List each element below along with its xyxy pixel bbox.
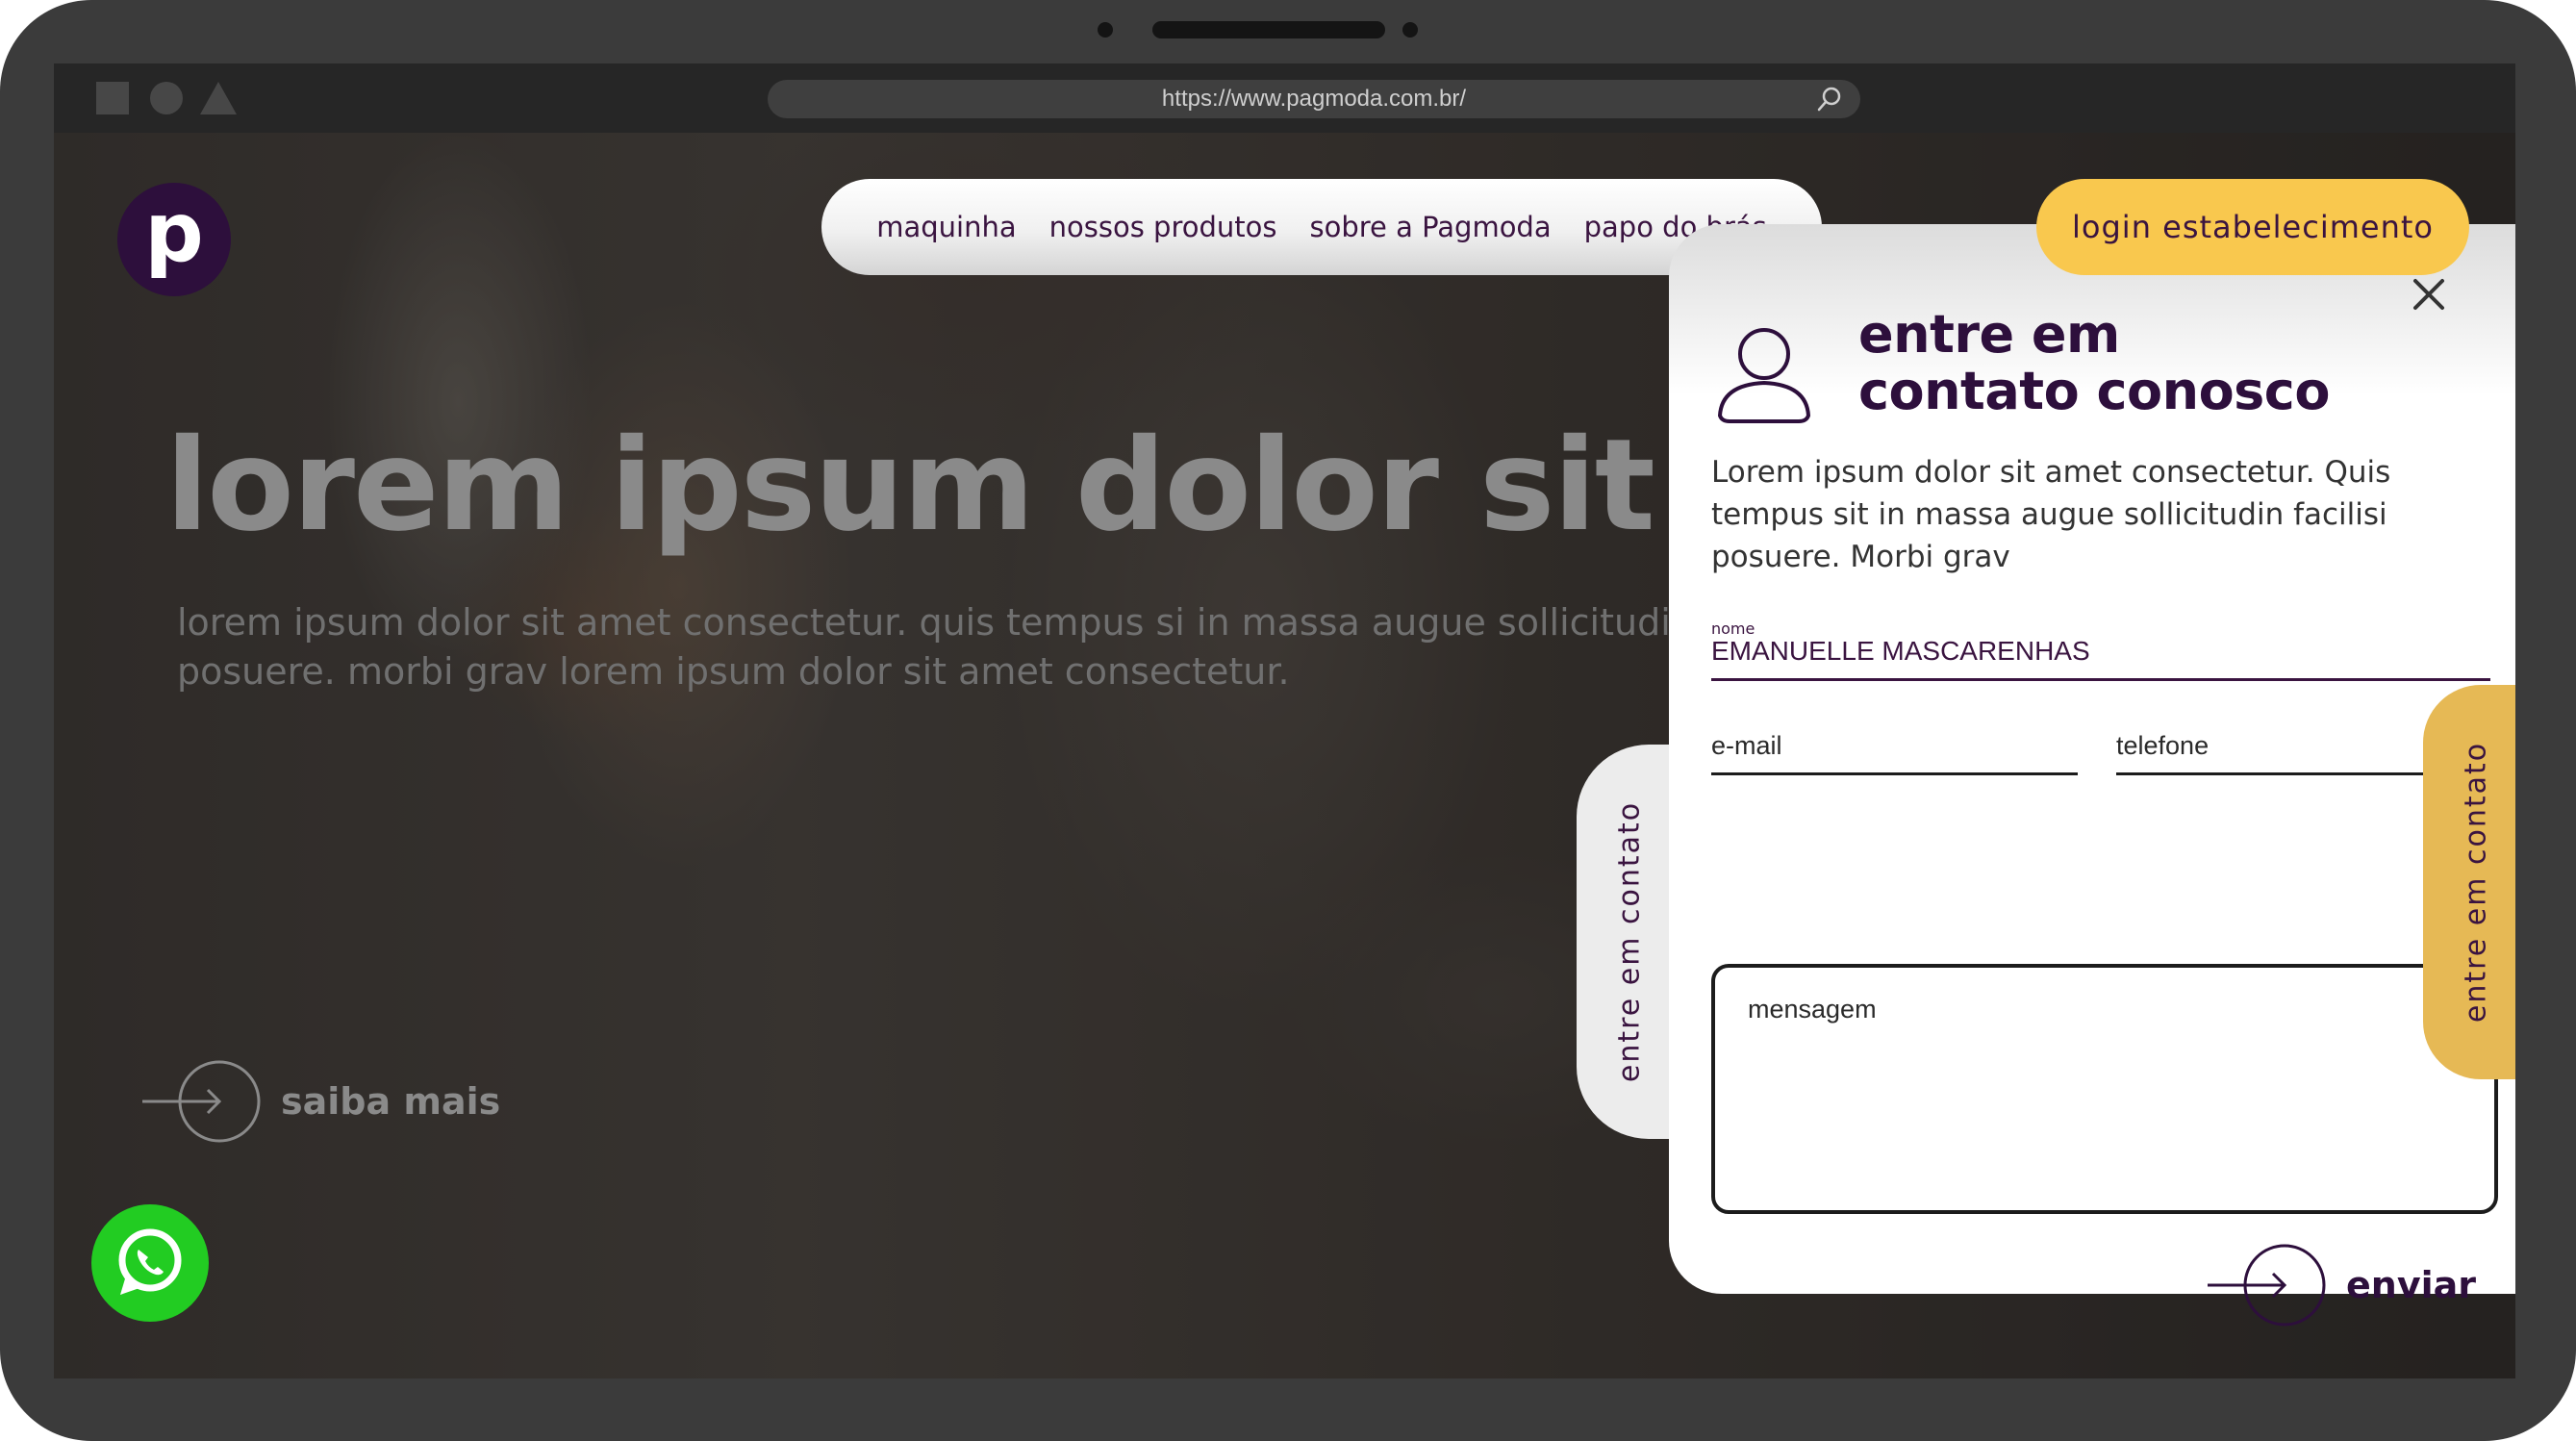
close-icon[interactable]: [2410, 275, 2448, 314]
whatsapp-button[interactable]: [91, 1204, 209, 1322]
arrow-right-icon: [2208, 1244, 2326, 1327]
pagmoda-logo[interactable]: p: [117, 183, 231, 296]
browser-toolbar: https://www.pagmoda.com.br/: [54, 63, 2515, 133]
modal-description: Lorem ipsum dolor sit amet consectetur. …: [1711, 455, 2391, 574]
saiba-mais-label: saiba mais: [281, 1080, 501, 1123]
hero-section: p maquinha nossos produtos sobre a Pagmo…: [54, 133, 2515, 1378]
triangle-icon[interactable]: [198, 80, 239, 116]
saiba-mais-button[interactable]: saiba mais: [142, 1058, 500, 1145]
address-bar[interactable]: https://www.pagmoda.com.br/: [768, 80, 1860, 118]
side-tab-label: entre em contato: [1612, 800, 1647, 1083]
sensor-dot: [1402, 22, 1418, 38]
send-label: enviar: [2346, 1264, 2477, 1306]
hero-subtitle: lorem ipsum dolor sit amet consectetur. …: [177, 601, 1671, 693]
square-icon[interactable]: [96, 82, 129, 114]
search-icon[interactable]: [1816, 86, 1843, 113]
user-icon: [1717, 328, 1811, 423]
whatsapp-icon: [118, 1228, 182, 1295]
contact-side-tab-active[interactable]: entre em contato: [2423, 685, 2515, 1079]
name-field-underline: [1711, 678, 2490, 681]
modal-title: entre em contato conosco: [1858, 304, 2330, 421]
email-field-underline: [1711, 772, 2078, 775]
hero-title: lorem ipsum dolor sit: [165, 412, 1655, 560]
speaker-slot: [1152, 21, 1385, 38]
logo-letter: p: [144, 185, 204, 281]
send-button[interactable]: enviar: [2208, 1242, 2476, 1328]
message-placeholder: mensagem: [1748, 995, 1877, 1024]
nav-item-nossos-produtos[interactable]: nossos produtos: [1049, 211, 1277, 243]
camera-dot: [1098, 22, 1113, 38]
screen: https://www.pagmoda.com.br/ p maquinha n…: [54, 63, 2515, 1378]
login-button[interactable]: login estabelecimento: [2036, 179, 2469, 275]
email-field[interactable]: e-mail: [1711, 731, 1782, 761]
arrow-right-icon: [142, 1060, 261, 1143]
nav-item-maquinha[interactable]: maquinha: [876, 211, 1016, 243]
phone-field[interactable]: telefone: [2116, 731, 2209, 761]
name-field[interactable]: EMANUELLE MASCARENHAS: [1711, 636, 2090, 667]
device-frame: https://www.pagmoda.com.br/ p maquinha n…: [0, 0, 2576, 1441]
nav-item-sobre[interactable]: sobre a Pagmoda: [1309, 211, 1551, 243]
url-text: https://www.pagmoda.com.br/: [1161, 86, 1467, 112]
message-field[interactable]: mensagem: [1711, 964, 2498, 1214]
contact-modal: entre em contato conosco Lorem ipsum dol…: [1669, 224, 2515, 1327]
circle-icon[interactable]: [150, 82, 183, 114]
side-tab-label: entre em contato: [2459, 741, 2493, 1024]
